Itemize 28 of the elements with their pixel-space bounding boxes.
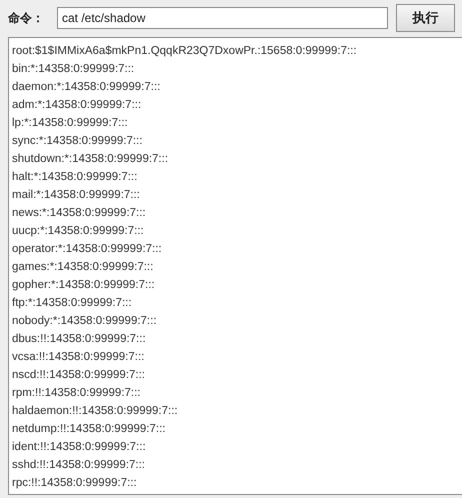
output-line: daemon:*:14358:0:99999:7:::	[12, 80, 162, 95]
output-line: dbus:!!:14358:0:99999:7:::	[12, 332, 147, 347]
output-line: root:$1$IMMixA6a$mkPn1.QqqkR23Q7DxowPr.:15658:0:99999:7:::	[12, 44, 358, 59]
output-line: gopher:*:14358:0:99999:7:::	[12, 278, 156, 293]
output-line: mail:*:14358:0:99999:7:::	[12, 188, 141, 203]
output-line: sync:*:14358:0:99999:7:::	[12, 134, 144, 149]
output-line: rpc:!!:14358:0:99999:7:::	[12, 476, 138, 491]
output-line: uucp:*:14358:0:99999:7:::	[12, 224, 145, 239]
command-label: 命令：	[8, 10, 45, 26]
output-line: games:*:14358:0:99999:7:::	[12, 260, 154, 275]
output-line: news:*:14358:0:99999:7:::	[12, 206, 147, 221]
output-line: shutdown:*:14358:0:99999:7:::	[12, 152, 170, 167]
output-line: ident:!!:14358:0:99999:7:::	[12, 440, 147, 455]
output-line: bin:*:14358:0:99999:7:::	[12, 62, 136, 77]
output-line: vcsa:!!:14358:0:99999:7:::	[12, 350, 146, 365]
output-line: ftp:*:14358:0:99999:7:::	[12, 296, 133, 311]
output-line: halt:*:14358:0:99999:7:::	[12, 170, 138, 185]
output-line: sshd:!!:14358:0:99999:7:::	[12, 458, 146, 473]
output-line: netdump:!!:14358:0:99999:7:::	[12, 422, 166, 437]
execute-button[interactable]: 执行	[396, 4, 455, 32]
output-line: adm:*:14358:0:99999:7:::	[12, 98, 142, 113]
output-line: lp:*:14358:0:99999:7:::	[12, 116, 129, 131]
output-line: operator:*:14358:0:99999:7:::	[12, 242, 163, 257]
output-line: haldaemon:!!:14358:0:99999:7:::	[12, 404, 179, 419]
output-line: nscd:!!:14358:0:99999:7:::	[12, 368, 146, 383]
output-line: nobody:*:14358:0:99999:7:::	[12, 314, 158, 329]
output-line: rpm:!!:14358:0:99999:7:::	[12, 386, 142, 401]
command-input[interactable]: cat /etc/shadow	[57, 7, 388, 29]
